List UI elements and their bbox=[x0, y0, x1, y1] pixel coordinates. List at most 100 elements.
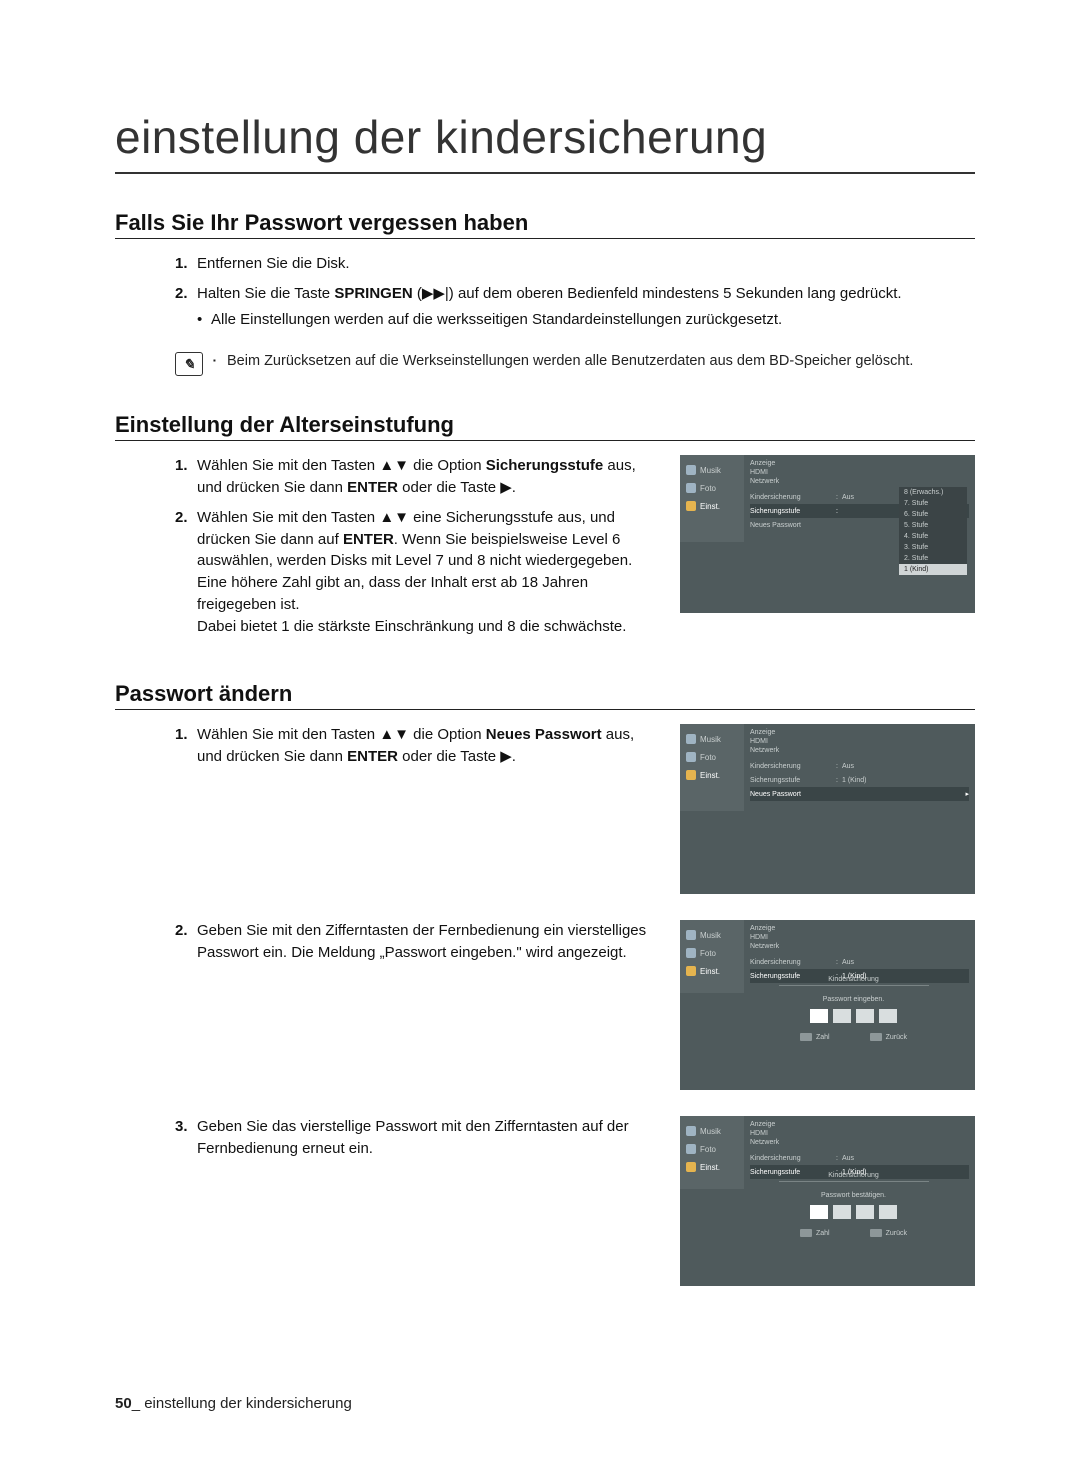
dropdown-option[interactable]: 6. Stufe bbox=[899, 509, 967, 520]
sidebar-item-settings[interactable]: Einst. bbox=[680, 1158, 744, 1176]
option-kindersicherung[interactable]: Kindersicherung:Aus bbox=[750, 759, 969, 773]
sidebar-item-settings[interactable]: Einst. bbox=[680, 497, 744, 515]
hint-back: Zurück bbox=[870, 1033, 907, 1041]
step-text: Halten Sie die Taste SPRINGEN (▶▶|) auf … bbox=[197, 283, 975, 331]
page-footer: 50_ einstellung der kindersicherung bbox=[115, 1395, 352, 1412]
password-dialog: Kindersicherung Passwort eingeben. Zahl … bbox=[738, 974, 969, 1041]
sidebar-item-music[interactable]: Musik bbox=[680, 1122, 744, 1140]
step-text: Geben Sie mit den Zifferntasten der Fern… bbox=[197, 920, 662, 964]
option-kindersicherung[interactable]: Kindersicherung:Aus bbox=[750, 1151, 969, 1165]
menu-anzeige[interactable]: Anzeige bbox=[750, 924, 969, 933]
section-rule bbox=[115, 709, 975, 710]
menu-netzwerk[interactable]: Netzwerk bbox=[750, 477, 969, 486]
dialog-prompt: Passwort bestätigen. bbox=[738, 1192, 969, 1199]
password-digit-box[interactable] bbox=[833, 1205, 851, 1219]
password-dialog: Kindersicherung Passwort bestätigen. Zah… bbox=[738, 1170, 969, 1237]
text: Aus bbox=[842, 959, 912, 966]
menu-anzeige[interactable]: Anzeige bbox=[750, 1120, 969, 1129]
password-digit-box[interactable] bbox=[810, 1205, 828, 1219]
text: : bbox=[832, 763, 842, 770]
sidebar-item-settings[interactable]: Einst. bbox=[680, 962, 744, 980]
sidebar-item-music[interactable]: Musik bbox=[680, 926, 744, 944]
password-digit-box[interactable] bbox=[810, 1009, 828, 1023]
sidebar-item-music[interactable]: Musik bbox=[680, 730, 744, 748]
section-rule bbox=[115, 238, 975, 239]
step-text: Wählen Sie mit den Tasten ▲▼ eine Sicher… bbox=[197, 507, 662, 638]
bullet-item: Alle Einstellungen werden auf die werkss… bbox=[197, 309, 975, 331]
music-icon bbox=[686, 930, 696, 940]
menu-netzwerk[interactable]: Netzwerk bbox=[750, 942, 969, 951]
dropdown-option[interactable]: 7. Stufe bbox=[899, 498, 967, 509]
music-icon bbox=[686, 1126, 696, 1136]
option-neues-passwort[interactable]: Neues Passwort▸ bbox=[750, 787, 969, 801]
text: Zurück bbox=[886, 1230, 907, 1237]
text-bold: ENTER bbox=[343, 531, 394, 548]
hint-number: Zahl bbox=[800, 1229, 830, 1237]
password-digit-box[interactable] bbox=[856, 1009, 874, 1023]
music-icon bbox=[686, 465, 696, 475]
password-digit-box[interactable] bbox=[879, 1009, 897, 1023]
menu-hdmi[interactable]: HDMI bbox=[750, 933, 969, 942]
step-number: 1. bbox=[175, 724, 197, 768]
dropdown-option[interactable]: 3. Stufe bbox=[899, 542, 967, 553]
password-input-boxes[interactable] bbox=[738, 1205, 969, 1219]
dropdown-option[interactable]: 8 (Erwachs.) bbox=[899, 487, 967, 498]
menu-anzeige[interactable]: Anzeige bbox=[750, 728, 969, 737]
sidebar-item-foto[interactable]: Foto bbox=[680, 479, 744, 497]
menu-hdmi[interactable]: HDMI bbox=[750, 737, 969, 746]
text: _ bbox=[132, 1395, 145, 1412]
sidebar-item-foto[interactable]: Foto bbox=[680, 944, 744, 962]
menu-hdmi[interactable]: HDMI bbox=[750, 1129, 969, 1138]
step-text: Wählen Sie mit den Tasten ▲▼ die Option … bbox=[197, 724, 662, 768]
text: Dabei bietet 1 die stärkste Einschränkun… bbox=[197, 618, 626, 635]
sidebar-item-foto[interactable]: Foto bbox=[680, 748, 744, 766]
text-bold: ENTER bbox=[347, 479, 398, 496]
sidebar-item-foto[interactable]: Foto bbox=[680, 1140, 744, 1158]
step-text: Entfernen Sie die Disk. bbox=[197, 253, 975, 275]
step-number: 3. bbox=[175, 1116, 197, 1160]
step-text: Wählen Sie mit den Tasten ▲▼ die Option … bbox=[197, 455, 662, 499]
sidebar-item-music[interactable]: Musik bbox=[680, 461, 744, 479]
option-sicherungsstufe[interactable]: Sicherungsstufe:1 (Kind) bbox=[750, 773, 969, 787]
dropdown-option-selected[interactable]: 1 (Kind) bbox=[899, 564, 967, 575]
text: Foto bbox=[700, 484, 716, 493]
menu-netzwerk[interactable]: Netzwerk bbox=[750, 1138, 969, 1147]
menu-hdmi[interactable]: HDMI bbox=[750, 468, 969, 477]
text: Aus bbox=[842, 1155, 912, 1162]
section-heading-forgot-password: Falls Sie Ihr Passwort vergessen haben bbox=[115, 210, 975, 236]
password-digit-box[interactable] bbox=[833, 1009, 851, 1023]
note-bullet-icon: ▪ bbox=[213, 352, 227, 365]
change-password-step1: 1. Wählen Sie mit den Tasten ▲▼ die Opti… bbox=[175, 724, 680, 894]
text: Einst. bbox=[700, 502, 720, 511]
change-password-step3: 3. Geben Sie das vierstellige Passwort m… bbox=[175, 1116, 680, 1286]
text-bold: Neues Passwort bbox=[486, 726, 602, 743]
dropdown-option[interactable]: 4. Stufe bbox=[899, 531, 967, 542]
menu-anzeige[interactable]: Anzeige bbox=[750, 459, 969, 468]
dropdown-option[interactable]: 5. Stufe bbox=[899, 520, 967, 531]
text: oder die Taste ▶. bbox=[398, 479, 516, 496]
sidebar-item-settings[interactable]: Einst. bbox=[680, 766, 744, 784]
dropdown-option[interactable]: 2. Stufe bbox=[899, 553, 967, 564]
dialog-title: Kindersicherung bbox=[779, 976, 929, 986]
rating-dropdown[interactable]: 8 (Erwachs.) 7. Stufe 6. Stufe 5. Stufe … bbox=[899, 487, 967, 575]
text: : bbox=[832, 1155, 842, 1162]
text: 1 (Kind) bbox=[842, 777, 912, 784]
password-digit-box[interactable] bbox=[856, 1205, 874, 1219]
text: Musik bbox=[700, 735, 721, 744]
dialog-title: Kindersicherung bbox=[779, 1172, 929, 1182]
return-icon bbox=[870, 1033, 882, 1041]
photo-icon bbox=[686, 483, 696, 493]
keypad-icon bbox=[800, 1229, 812, 1237]
text-bold: Sicherungsstufe bbox=[486, 457, 604, 474]
password-digit-box[interactable] bbox=[879, 1205, 897, 1219]
note-icon: ✎ bbox=[175, 352, 203, 376]
section-heading-change-password: Passwort ändern bbox=[115, 681, 975, 707]
screenshot-new-password-select: Musik Foto Einst. Anzeige HDMI Netzwerk … bbox=[680, 724, 975, 894]
menu-netzwerk[interactable]: Netzwerk bbox=[750, 746, 969, 755]
photo-icon bbox=[686, 752, 696, 762]
option-kindersicherung[interactable]: Kindersicherung:Aus bbox=[750, 955, 969, 969]
text: Foto bbox=[700, 1145, 716, 1154]
hint-number: Zahl bbox=[800, 1033, 830, 1041]
step-number: 1. bbox=[175, 253, 197, 275]
password-input-boxes[interactable] bbox=[738, 1009, 969, 1023]
